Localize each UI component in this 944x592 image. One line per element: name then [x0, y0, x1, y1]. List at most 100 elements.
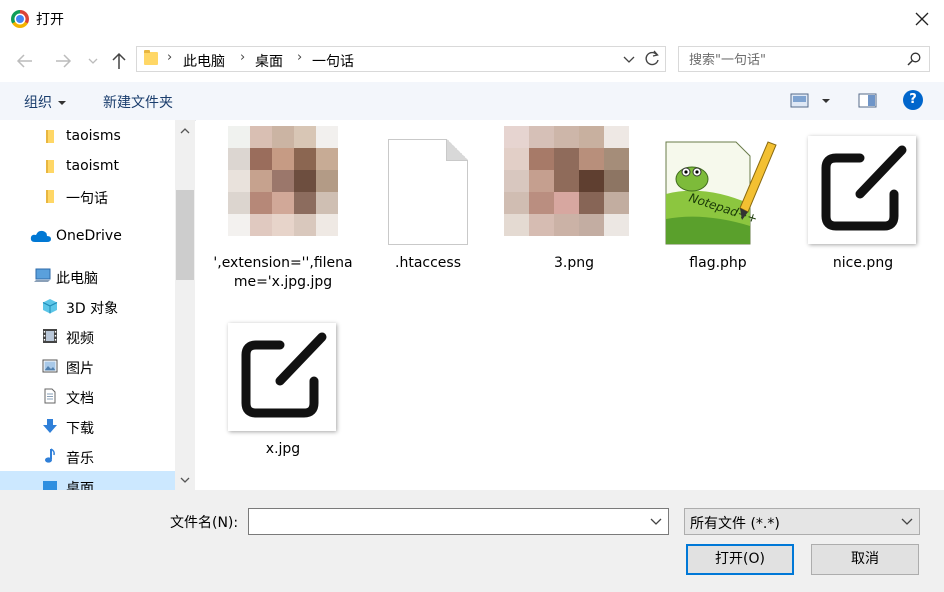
sidebar-item-label: 文档 — [66, 391, 94, 407]
notepad-plus-plus-icon: Notepad++ — [664, 134, 782, 246]
back-button[interactable] — [14, 50, 36, 72]
image-thumbnail — [228, 126, 338, 236]
download-icon — [43, 419, 57, 433]
music-icon — [45, 448, 55, 463]
sidebar-item-downloads[interactable]: 下载 — [0, 411, 175, 441]
close-button[interactable] — [900, 0, 944, 38]
new-folder-button[interactable]: 新建文件夹 — [103, 92, 173, 112]
arrow-right-icon — [56, 54, 72, 68]
chevron-right-icon[interactable]: › — [297, 50, 302, 65]
help-button[interactable]: ? — [903, 90, 923, 110]
arrow-up-icon — [112, 52, 126, 69]
close-icon — [915, 12, 929, 26]
chevron-right-icon[interactable]: › — [240, 50, 245, 65]
file-type-select[interactable]: 所有文件 (*.*) — [684, 508, 920, 535]
caret-down-icon — [58, 101, 66, 105]
file-name: ',extension='',filename='x.jpg.jpg — [213, 255, 353, 290]
filename-label: 文件名(N): — [170, 515, 239, 531]
file-name: nice.png — [832, 255, 894, 271]
view-options-button[interactable] — [790, 93, 832, 113]
file-list: ',extension='',filename='x.jpg.jpg .htac… — [196, 120, 944, 490]
file-item[interactable]: 3.png — [504, 126, 644, 276]
chevron-right-icon[interactable]: › — [167, 50, 172, 65]
window-title: 打开 — [36, 12, 64, 28]
sidebar-item-taoisms[interactable]: taoisms — [0, 121, 175, 151]
sidebar-item-pictures[interactable]: 图片 — [0, 351, 175, 381]
organize-menu[interactable]: 组织 — [24, 92, 66, 112]
sidebar-item-desktop[interactable]: 桌面 — [0, 471, 175, 490]
sidebar-item-label: OneDrive — [56, 228, 122, 244]
cube-icon — [42, 299, 58, 314]
open-button[interactable]: 打开(O) — [686, 544, 794, 575]
file-name: x.jpg — [265, 441, 301, 457]
preview-pane-button[interactable] — [858, 93, 878, 113]
chevron-down-icon — [623, 56, 635, 63]
sidebar-item-label: 下载 — [66, 421, 94, 437]
picture-icon — [42, 359, 58, 373]
sidebar-item-yijuhua[interactable]: 一句话 — [0, 181, 175, 211]
chevron-down-icon — [901, 518, 913, 525]
file-name: .htaccess — [395, 255, 461, 271]
sidebar-item-label: 图片 — [66, 361, 94, 377]
view-icon — [790, 93, 830, 108]
folder-icon — [46, 190, 54, 203]
folder-icon — [46, 130, 54, 143]
file-name: 3.png — [553, 255, 594, 271]
edit-icon — [241, 332, 327, 418]
search-input[interactable] — [687, 49, 901, 71]
chevron-down-icon[interactable] — [650, 517, 662, 527]
sidebar-item-music[interactable]: 音乐 — [0, 441, 175, 471]
chevron-down-icon[interactable] — [180, 475, 190, 485]
address-bar[interactable]: › 此电脑 › 桌面 › 一句话 — [136, 46, 666, 72]
file-item[interactable]: Notepad++ flag.php — [648, 126, 788, 276]
scrollbar-thumb[interactable] — [176, 190, 194, 280]
breadcrumb-desktop[interactable]: 桌面 — [255, 51, 283, 71]
command-bar: 组织 新建文件夹 — [0, 82, 944, 121]
breadcrumb-current-folder[interactable]: 一句话 — [312, 51, 354, 71]
folder-icon — [144, 50, 158, 65]
chevron-up-icon[interactable] — [180, 126, 190, 136]
folder-icon — [46, 160, 54, 173]
sidebar-item-this-pc[interactable]: 此电脑 — [0, 261, 175, 291]
chevron-down-icon — [88, 58, 98, 64]
sidebar-item-videos[interactable]: 视频 — [0, 321, 175, 351]
recent-locations-button[interactable] — [86, 50, 100, 72]
filename-input[interactable] — [253, 510, 637, 535]
sidebar-item-label: 一句话 — [66, 191, 108, 207]
search-box[interactable] — [678, 46, 930, 72]
sidebar-item-label: 桌面 — [66, 481, 94, 490]
sidebar-item-label: 音乐 — [66, 451, 94, 467]
computer-icon — [34, 268, 51, 282]
title-bar: 打开 — [0, 0, 944, 38]
sidebar-item-onedrive[interactable]: OneDrive — [0, 221, 175, 251]
sidebar-item-label: taoismt — [66, 158, 119, 174]
preview-pane-icon — [858, 93, 877, 108]
file-item[interactable]: x.jpg — [213, 316, 353, 466]
sidebar-item-taoismt[interactable]: taoismt — [0, 151, 175, 181]
sidebar-item-documents[interactable]: 文档 — [0, 381, 175, 411]
filename-field[interactable] — [248, 508, 669, 535]
refresh-button[interactable] — [639, 47, 665, 71]
breadcrumb-this-pc[interactable]: 此电脑 — [183, 51, 225, 71]
file-type-value: 所有文件 (*.*) — [690, 516, 780, 532]
sidebar-item-3d-objects[interactable]: 3D 对象 — [0, 291, 175, 321]
address-dropdown-button[interactable] — [621, 51, 637, 67]
up-button[interactable] — [108, 50, 130, 72]
dialog-footer — [0, 490, 944, 592]
chrome-icon — [11, 10, 29, 28]
edit-image-thumbnail — [808, 136, 916, 244]
file-item[interactable]: ',extension='',filename='x.jpg.jpg — [213, 126, 353, 316]
cancel-button[interactable]: 取消 — [811, 544, 919, 575]
navigation-scrollbar[interactable] — [175, 120, 195, 490]
document-icon — [44, 388, 56, 404]
forward-button[interactable] — [52, 50, 74, 72]
file-name: flag.php — [689, 255, 747, 271]
refresh-icon — [645, 50, 659, 66]
file-item[interactable]: nice.png — [793, 126, 933, 276]
image-thumbnail — [504, 126, 629, 236]
file-item[interactable]: .htaccess — [358, 126, 498, 276]
sidebar-item-label: 视频 — [66, 331, 94, 347]
search-icon[interactable] — [907, 52, 921, 66]
generic-file-icon — [388, 139, 468, 245]
file-thumbnail — [504, 126, 629, 236]
